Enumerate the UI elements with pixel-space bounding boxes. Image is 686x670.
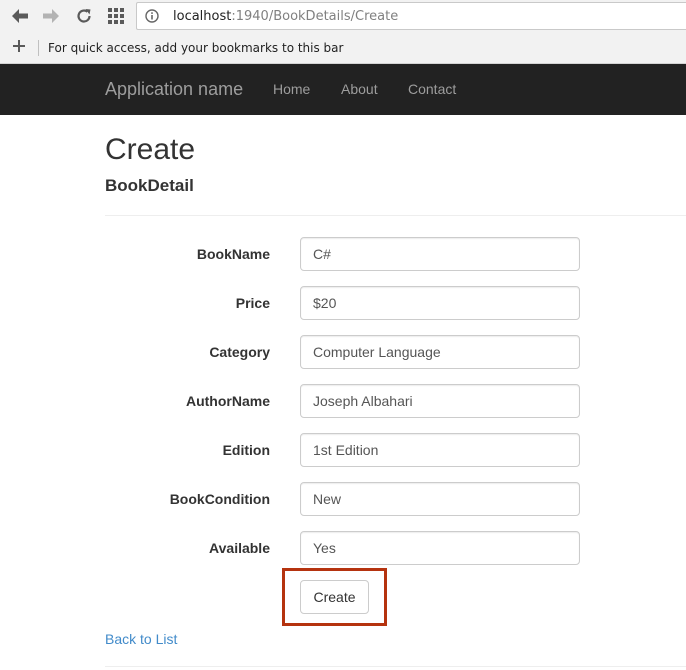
url-text[interactable]: localhost:1940/BookDetails/Create [173,9,398,24]
address-bar[interactable]: localhost:1940/BookDetails/Create [136,2,686,30]
page-info-icon[interactable] [145,9,159,23]
category-input[interactable] [300,335,580,369]
back-to-list-link[interactable]: Back to List [105,631,177,647]
url-path: :1940/BookDetails/Create [231,9,399,24]
edition-input[interactable] [300,433,580,467]
apps-grid-icon[interactable] [106,6,126,26]
authorname-label: AuthorName [185,393,270,409]
browser-toolbar: localhost:1940/BookDetails/Create [0,0,686,32]
plus-icon[interactable] [12,39,26,53]
edition-label: Edition [222,442,270,458]
back-arrow-icon[interactable] [10,6,30,26]
reload-icon[interactable] [74,6,94,26]
forward-arrow-icon[interactable] [41,6,61,26]
site-navbar: Application name Home About Contact [0,64,686,115]
bookname-input[interactable] [300,237,580,271]
bookcondition-input[interactable] [300,482,580,516]
footer-divider [105,666,686,667]
header-divider [105,215,686,216]
page-subtitle: BookDetail [105,176,194,195]
authorname-input[interactable] [300,384,580,418]
bookname-label: BookName [196,246,270,262]
available-input[interactable] [300,531,580,565]
bookmarks-bar: For quick access, add your bookmarks to … [0,32,686,64]
bookcondition-label: BookCondition [169,491,270,507]
url-host: localhost [173,9,232,24]
create-button[interactable]: Create [300,580,369,614]
bookmarks-separator [38,40,39,56]
available-label: Available [209,540,270,556]
nav-link-home[interactable]: Home [273,81,310,97]
price-label: Price [235,295,270,311]
bookmarks-hint: For quick access, add your bookmarks to … [48,41,344,55]
nav-link-contact[interactable]: Contact [408,81,456,97]
page-title: Create [105,133,196,166]
navbar-brand[interactable]: Application name [105,79,243,100]
nav-link-about[interactable]: About [341,81,378,97]
price-input[interactable] [300,286,580,320]
category-label: Category [209,344,270,360]
